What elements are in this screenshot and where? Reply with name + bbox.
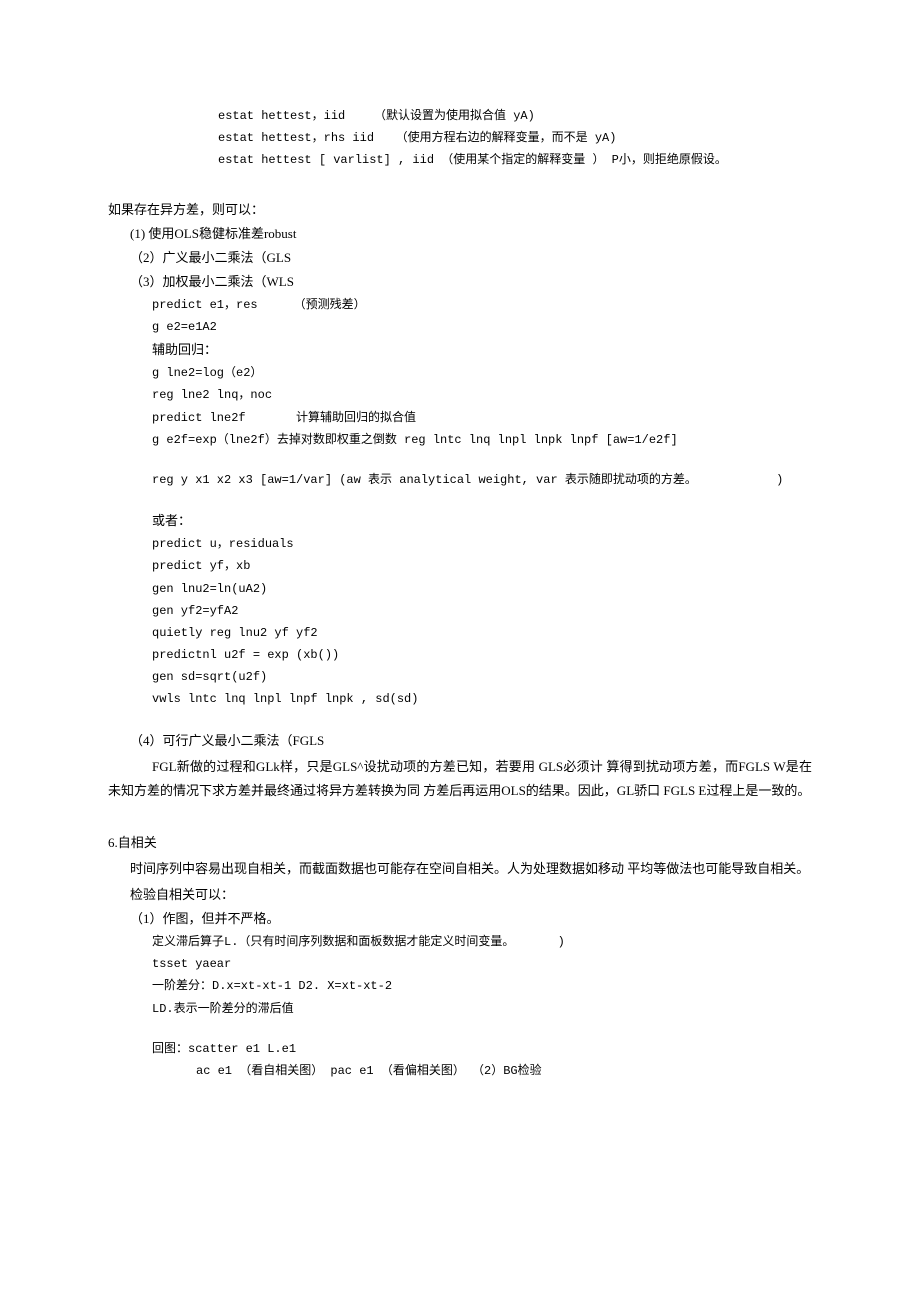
code-line: gen lnu2=ln(uA2)	[108, 578, 812, 600]
list-item: (1) 使用OLS稳健标准差robust	[108, 222, 812, 246]
text-line: 检验自相关可以：	[108, 883, 812, 907]
code-line: predictnl u2f = exp (xb())	[108, 644, 812, 666]
section-heading: 如果存在异方差，则可以：	[108, 198, 812, 222]
code-line: predict lne2f 计算辅助回归的拟合值	[108, 407, 812, 429]
code-line: estat hettest，iid （默认设置为使用拟合值 yA)	[108, 105, 812, 127]
code-line: predict u，residuals	[108, 533, 812, 555]
code-line: 定义滞后算子L.（只有时间序列数据和面板数据才能定义时间变量。 )	[108, 931, 812, 953]
code-line: tsset yaear	[108, 953, 812, 975]
code-line: quietly reg lnu2 yf yf2	[108, 622, 812, 644]
code-line: reg lne2 lnq，noc	[108, 384, 812, 406]
paragraph: FGL新做的过程和GLk样，只是GLS^设扰动项的方差已知，若要用 GLS必须计…	[108, 755, 812, 803]
code-line: estat hettest [ varlist] , iid （使用某个指定的解…	[108, 149, 812, 171]
code-line: gen sd=sqrt(u2f)	[108, 666, 812, 688]
list-item: （2）广义最小二乘法（GLS	[108, 246, 812, 270]
code-line: ac e1 （看自相关图） pac e1 （看偏相关图） （2）BG检验	[108, 1060, 812, 1082]
code-line: 辅助回归：	[108, 338, 812, 362]
code-line: 一阶差分：D.x=xt-xt-1 D2. X=xt-xt-2	[108, 975, 812, 997]
code-line: 回图：scatter e1 L.e1	[108, 1038, 812, 1060]
document-page: estat hettest，iid （默认设置为使用拟合值 yA) estat …	[0, 0, 920, 1142]
text-line: 或者：	[108, 509, 812, 533]
code-line: estat hettest，rhs iid （使用方程右边的解释变量，而不是 y…	[108, 127, 812, 149]
code-line: reg y x1 x2 x3 [aw=1/var] (aw 表示 analyti…	[108, 469, 812, 491]
list-item: （3）加权最小二乘法（WLS	[108, 270, 812, 294]
code-line: gen yf2=yfA2	[108, 600, 812, 622]
list-item: （4）可行广义最小二乘法（FGLS	[108, 729, 812, 753]
code-line: predict yf，xb	[108, 555, 812, 577]
list-item: （1）作图，但并不严格。	[108, 907, 812, 931]
code-line: g lne2=log（e2）	[108, 362, 812, 384]
code-line: vwls lntc lnq lnpl lnpf lnpk , sd(sd)	[108, 688, 812, 710]
code-line: predict e1，res （预测残差）	[108, 294, 812, 316]
code-line: g e2f=exp（lne2f）去掉对数即权重之倒数 reg lntc lnq …	[108, 429, 812, 451]
code-line: g e2=e1A2	[108, 316, 812, 338]
paragraph: 时间序列中容易出现自相关，而截面数据也可能存在空间自相关。人为处理数据如移动 平…	[108, 857, 812, 881]
section-heading: 6.自相关	[108, 831, 812, 855]
code-line: LD.表示一阶差分的滞后值	[108, 998, 812, 1020]
